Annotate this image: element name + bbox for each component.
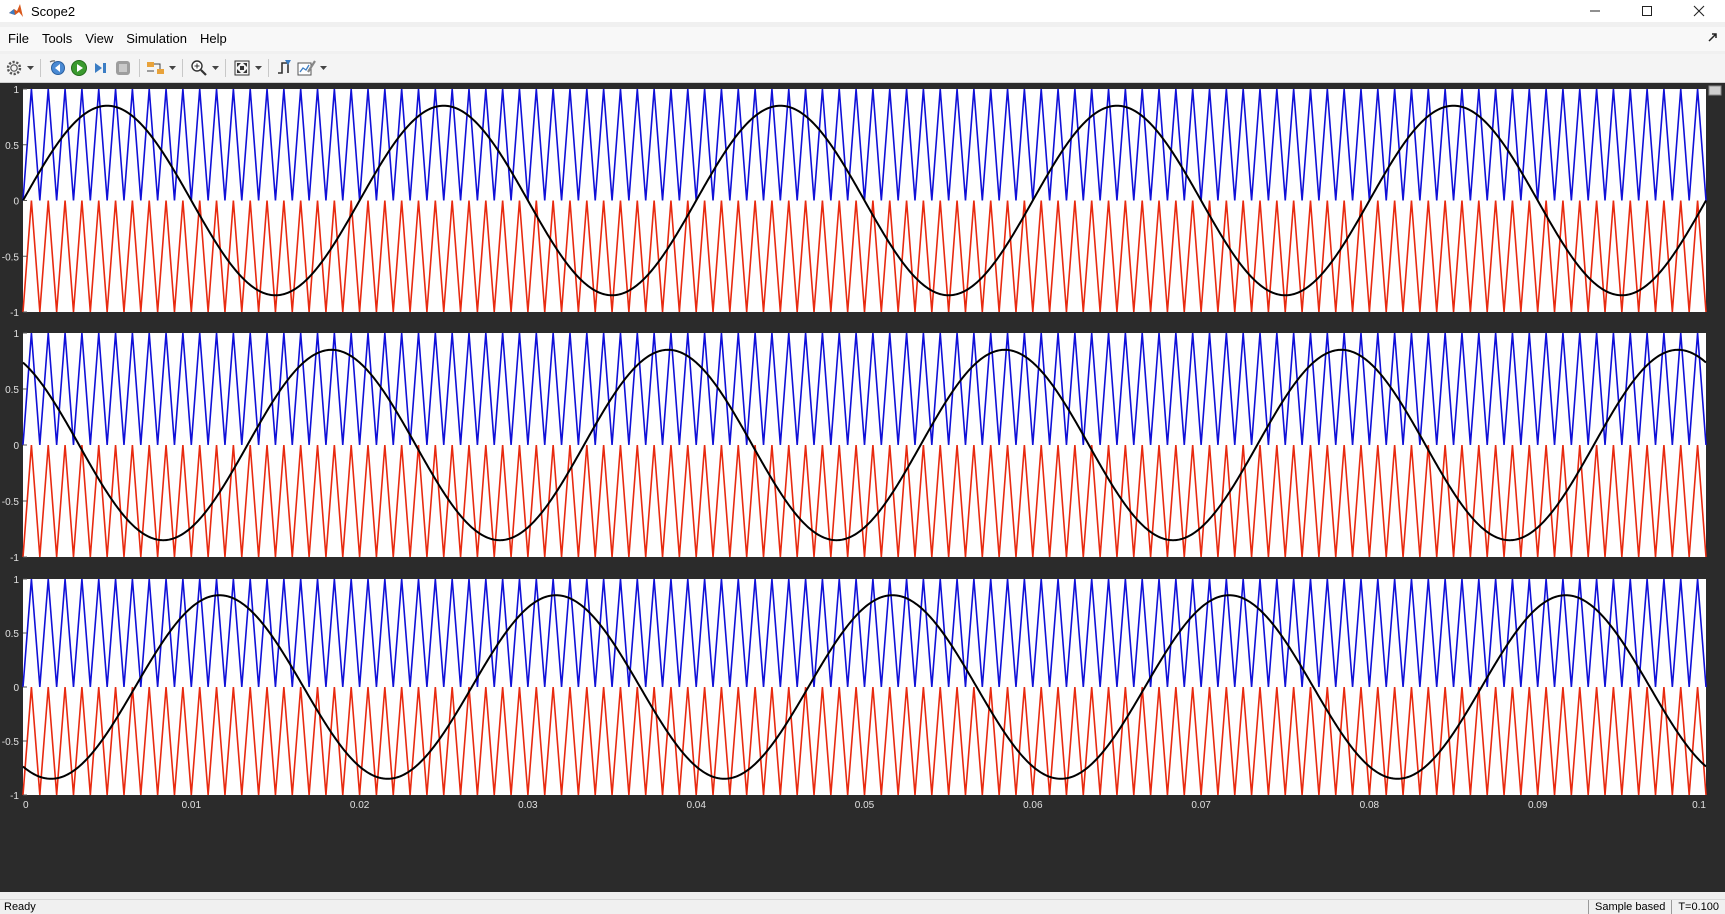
stop-button[interactable] [112, 57, 134, 79]
status-bar: Ready Sample based T=0.100 [0, 899, 1725, 914]
y-tick-label: 1 [13, 85, 19, 96]
y-tick-label: -1 [10, 553, 19, 564]
run-button[interactable] [68, 57, 90, 79]
scope-display: 1 0.5 0 -0.5 -1 1 0.5 0 -0.5 -1 1 0.5 0 -0.5 -1 0 0.01 0.… [0, 83, 1725, 892]
scope-axes-2: 1 0.5 0 -0.5 -1 [2, 329, 1707, 564]
maximize-button[interactable] [1621, 0, 1673, 22]
maximize-icon [1642, 6, 1652, 16]
sim-time-status: T=0.100 [1671, 900, 1725, 914]
status-fields: Sample based T=0.100 [1588, 900, 1725, 914]
menu-view[interactable]: View [79, 27, 119, 51]
x-tick-label: 0.09 [1528, 800, 1548, 811]
title-bar: Scope2 [0, 0, 1725, 22]
y-tick-label: 1 [13, 575, 19, 586]
undock-icon[interactable] [1707, 31, 1719, 46]
x-tick-label: 0.1 [1692, 800, 1706, 811]
y-tick-label: -0.5 [2, 252, 20, 263]
toolbar [0, 54, 1725, 83]
y-tick-label: -0.5 [2, 497, 20, 508]
toolbar-separator [139, 59, 140, 77]
highlight-dropdown-icon[interactable] [167, 57, 177, 79]
x-tick-label: 0.03 [518, 800, 538, 811]
window-title: Scope2 [31, 3, 76, 19]
y-tick-label: 0 [13, 683, 19, 694]
menu-tools[interactable]: Tools [36, 27, 78, 51]
x-tick-label: 0.02 [350, 800, 370, 811]
x-tick-label: 0 [23, 800, 29, 811]
y-tick-label: -1 [10, 308, 19, 319]
step-forward-icon [95, 63, 106, 73]
fit-view-icon [234, 60, 250, 76]
x-tick-label: 0.08 [1360, 800, 1380, 811]
x-tick-label: 0.05 [855, 800, 875, 811]
settings-button[interactable] [3, 57, 25, 79]
x-tick-label: 0.06 [1023, 800, 1043, 811]
y-tick-label: 1 [13, 329, 19, 340]
matlab-logo-icon [8, 3, 24, 19]
status-text: Ready [4, 901, 36, 913]
toolbar-separator [268, 59, 269, 77]
step-back-button[interactable] [46, 57, 68, 79]
y-tick-label: -0.5 [2, 737, 20, 748]
fit-view-dropdown-icon[interactable] [253, 57, 263, 79]
y-tick-label: 0.5 [5, 141, 19, 152]
close-icon [1693, 5, 1705, 17]
x-tick-label: 0.01 [182, 800, 202, 811]
scope-axes-3: 1 0.5 0 -0.5 -1 0 0.01 0.02 0.03 0.04 0.05 0.06 0.07… [2, 575, 1707, 811]
highlight-block-button[interactable] [145, 57, 167, 79]
y-tick-label: -1 [10, 791, 19, 802]
toolbar-separator [40, 59, 41, 77]
y-tick-label: 0 [13, 197, 19, 208]
minimize-icon [1590, 10, 1600, 12]
y-tick-label: 0.5 [5, 385, 19, 396]
step-forward-button[interactable] [90, 57, 112, 79]
toolbar-separator [225, 59, 226, 77]
axes-toggle-icon[interactable] [1708, 85, 1722, 96]
run-icon [71, 60, 87, 76]
measurements-dropdown-icon[interactable] [318, 57, 328, 79]
toolbar-separator [182, 59, 183, 77]
menu-help[interactable]: Help [194, 27, 233, 51]
y-tick-label: 0.5 [5, 629, 19, 640]
fit-view-button[interactable] [231, 57, 253, 79]
menu-file[interactable]: File [2, 27, 35, 51]
step-back-icon [49, 60, 65, 75]
x-tick-label: 0.07 [1191, 800, 1211, 811]
menu-simulation[interactable]: Simulation [120, 27, 193, 51]
window-controls [1569, 0, 1725, 22]
settings-icon [6, 60, 22, 76]
minimize-button[interactable] [1569, 0, 1621, 22]
y-tick-label: 0 [13, 441, 19, 452]
measurements-icon [297, 60, 316, 76]
highlight-block-icon [147, 62, 164, 74]
scope-plots[interactable]: 1 0.5 0 -0.5 -1 1 0.5 0 -0.5 -1 1 0.5 0 -0.5 -1 0 0.01 0.… [0, 83, 1725, 892]
triggers-icon [278, 60, 291, 74]
menu-bar: File Tools View Simulation Help [0, 27, 1725, 51]
sample-mode-status: Sample based [1588, 900, 1671, 914]
settings-dropdown-icon[interactable] [25, 57, 35, 79]
triggers-button[interactable] [274, 57, 296, 79]
zoom-button[interactable] [188, 57, 210, 79]
scope-axes-1: 1 0.5 0 -0.5 -1 [2, 85, 1707, 319]
stop-icon [116, 61, 130, 75]
close-button[interactable] [1673, 0, 1725, 22]
zoom-dropdown-icon[interactable] [210, 57, 220, 79]
measurements-button[interactable] [296, 57, 318, 79]
x-tick-label: 0.04 [686, 800, 706, 811]
zoom-icon [191, 60, 207, 76]
